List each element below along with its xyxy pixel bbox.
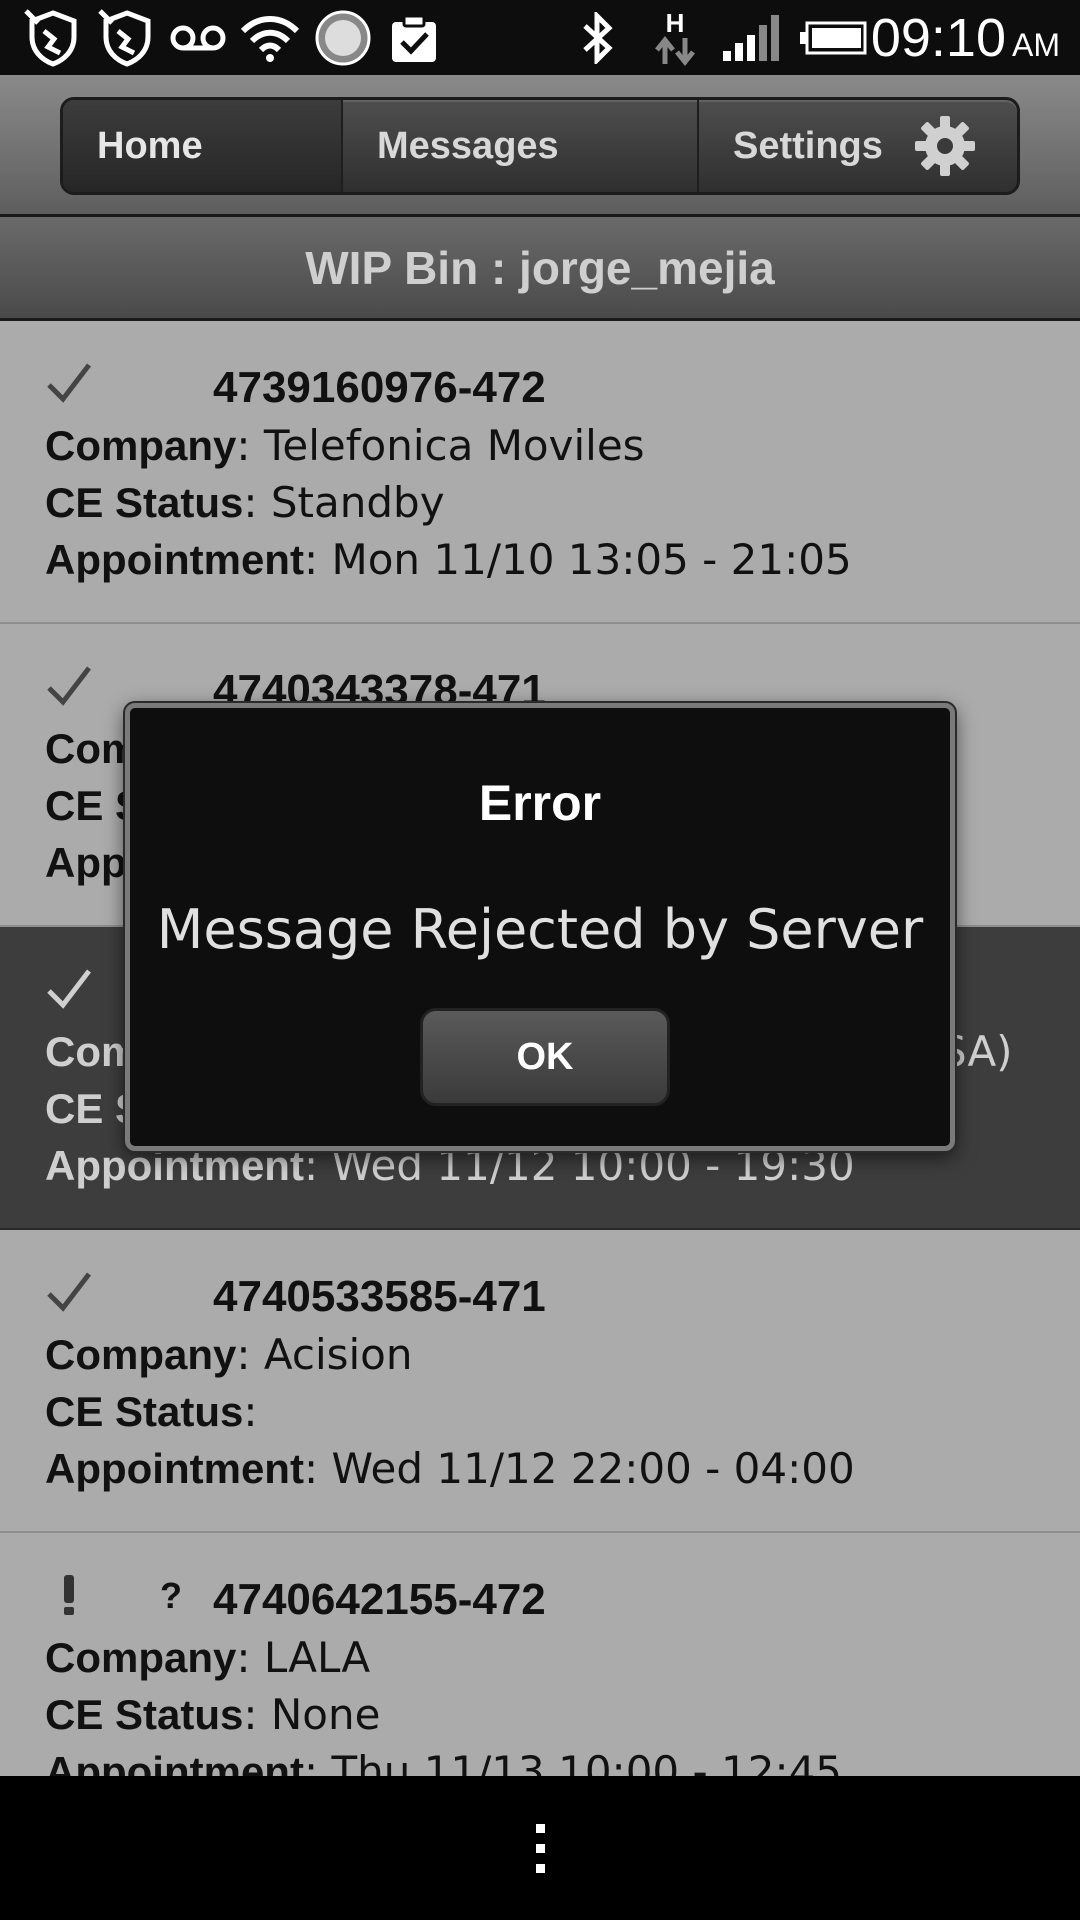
nav-settings-button[interactable]: Settings <box>699 100 1017 192</box>
list-item[interactable]: 4739160976-472 Company: Telefonica Movil… <box>0 321 1080 624</box>
shield-icon <box>22 8 84 68</box>
question-mark-icon: ? <box>160 1575 182 1616</box>
status-bar: H 09:10 AM <box>0 0 1080 75</box>
checkmark-icon <box>47 969 91 1009</box>
ce-status-value: Standby <box>270 478 445 527</box>
ce-status-line: CE Status: None <box>45 1690 381 1739</box>
nav-settings-label: Settings <box>733 124 883 167</box>
overflow-menu-icon[interactable] <box>535 1823 545 1873</box>
ce-status-line: CE Status: Standby <box>45 478 445 527</box>
error-dialog: Error Message Rejected by Server OK <box>125 703 955 1151</box>
company-label: Company <box>45 1331 237 1378</box>
company-value: Telefonica Moviles <box>263 421 645 470</box>
page-title: WIP Bin : jorge_mejia <box>0 217 1080 321</box>
clock-ampm: AM <box>1012 27 1060 63</box>
checkmark-icon <box>47 666 91 706</box>
ce-status-label: CE Status <box>45 479 244 526</box>
clock: 09:10 AM <box>871 6 1060 70</box>
app-header: Home Messages Settings <box>0 75 1080 217</box>
appointment-line: Appointment: Thu 11/13 10:00 - 12:45 <box>45 1747 842 1776</box>
appointment-value: Wed 11/12 22:00 - 04:00 <box>331 1444 855 1493</box>
ce-status-value: None <box>270 1690 381 1739</box>
bluetooth-icon <box>578 8 618 68</box>
appointment-label: Appointment <box>45 1445 304 1492</box>
nav-home-label: Home <box>97 124 203 167</box>
checkmark-icon <box>47 363 91 403</box>
company-value: Acision <box>263 1330 413 1379</box>
network-type-label: H <box>665 8 685 38</box>
company-value: LALA <box>263 1633 371 1682</box>
company-line: Company: Telefonica Moviles <box>45 421 645 470</box>
ce-status-line: CE Status: <box>45 1387 258 1436</box>
checkmark-icon <box>47 1272 91 1312</box>
list-item[interactable]: ? 4740642155-472 Company: LALA CE Status… <box>0 1533 1080 1776</box>
nav-home-button[interactable]: Home <box>63 100 343 192</box>
ce-status-label: CE Status <box>45 1691 244 1738</box>
appointment-value: Mon 11/10 13:05 - 21:05 <box>331 535 852 584</box>
list-item[interactable]: 4740533585-471 Company: Acision CE Statu… <box>0 1230 1080 1533</box>
gear-icon <box>914 116 975 176</box>
nav-bar: Home Messages Settings <box>60 97 1020 195</box>
company-label: Company <box>45 422 237 469</box>
appointment-label: Appointment <box>45 1748 304 1776</box>
appointment-value: Thu 11/13 10:00 - 12:45 <box>331 1747 843 1776</box>
company-label: Company <box>45 1634 237 1681</box>
ticket-number: 4740642155-472 <box>213 1575 546 1624</box>
battery-icon <box>798 8 868 68</box>
nav-messages-button[interactable]: Messages <box>343 100 699 192</box>
appointment-label: Appointment <box>45 536 304 583</box>
company-line: Company: LALA <box>45 1633 371 1682</box>
voicemail-icon <box>168 8 228 68</box>
clipboard-check-icon <box>384 8 444 68</box>
nav-messages-label: Messages <box>377 124 559 167</box>
ticket-number: 4739160976-472 <box>213 363 546 412</box>
exclamation-icon <box>64 1575 74 1615</box>
data-arrows-icon: H <box>650 8 700 68</box>
appointment-line: Appointment: Mon 11/10 13:05 - 21:05 <box>45 535 852 584</box>
appointment-line: Appointment: Wed 11/12 22:00 - 04:00 <box>45 1444 855 1493</box>
dialog-message: Message Rejected by Server <box>156 898 924 961</box>
ok-button[interactable]: OK <box>420 1008 670 1106</box>
dialog-title: Error <box>478 775 602 831</box>
clock-time: 09:10 <box>870 8 1006 68</box>
company-line: Company: Acision <box>45 1330 413 1379</box>
record-icon <box>312 8 374 68</box>
ce-status-label: CE Status <box>45 1388 244 1435</box>
bottom-nav-bar <box>0 1776 1080 1920</box>
ticket-number: 4740533585-471 <box>213 1272 546 1321</box>
shield-icon <box>96 8 158 68</box>
wifi-icon <box>238 8 302 68</box>
signal-icon <box>720 8 782 68</box>
